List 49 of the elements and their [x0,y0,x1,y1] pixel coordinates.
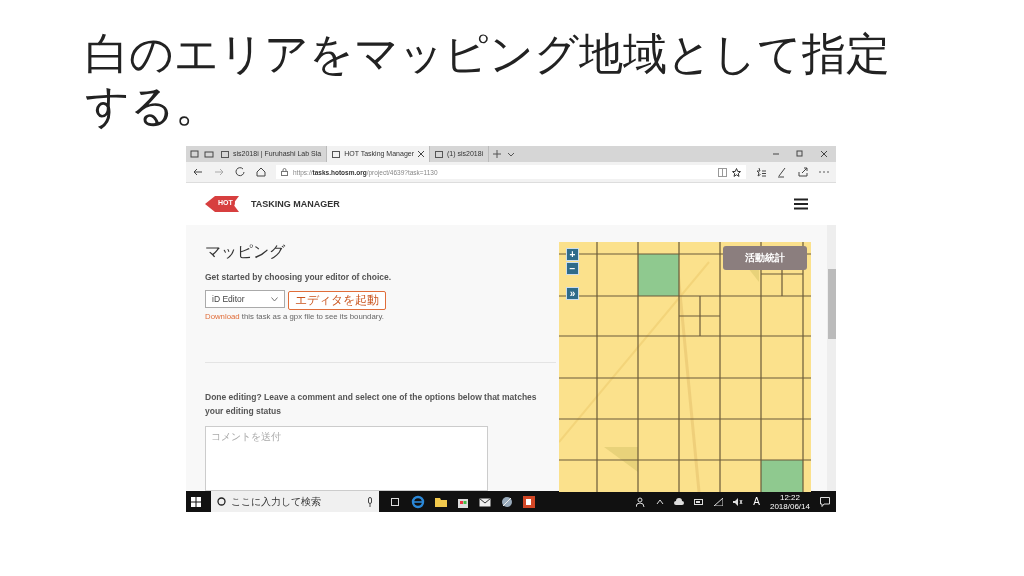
favorites-icon[interactable] [755,166,767,178]
zoom-in-button[interactable]: + [566,248,579,261]
site-title: TASKING MANAGER [251,199,340,209]
zoom-out-button[interactable]: − [566,262,579,275]
editor-select[interactable]: iD Editor [205,290,285,308]
edge-browser-icon[interactable] [411,494,425,509]
people-icon[interactable] [636,496,647,507]
clock-date: 2018/06/14 [769,501,810,511]
network-icon[interactable] [714,497,724,506]
expand-button[interactable]: » [566,287,579,300]
speaker-icon[interactable] [733,497,744,506]
pen-icon[interactable] [776,166,788,178]
mail-icon[interactable] [479,496,491,507]
input-mode-indicator[interactable]: A [753,496,760,507]
clock-time: 12:22 [779,492,800,502]
app-icon[interactable] [501,495,513,508]
battery-icon[interactable] [694,498,705,505]
slide-title: 白のエリアをマッピング地域として指定する。 [85,28,891,132]
page-icon [435,150,443,158]
back-icon[interactable] [192,166,204,178]
close-icon[interactable] [418,151,424,157]
taskbar-search-field[interactable]: ここに入力して検索 [211,491,379,512]
share-icon[interactable] [797,166,809,178]
start-editor-button[interactable]: エディタを起動 [288,291,386,310]
microphone-icon [367,496,373,507]
chevron-up-icon[interactable] [656,498,665,505]
folder-icon[interactable] [435,496,447,507]
comment-field[interactable]: コメントを送付 [205,425,488,491]
lock-icon [281,168,288,176]
refresh-icon[interactable] [234,166,246,178]
home-icon[interactable] [255,166,267,178]
clock[interactable]: 12:22 2018/06/14 [769,492,810,511]
activity-stats-button[interactable]: 活動統計 [723,246,807,270]
reading-view-icon[interactable] [718,167,727,177]
cloud-icon[interactable] [674,498,685,505]
done-editing-text: Done editing? Leave a comment and select one of the options below that matches your editing status [205,390,538,418]
search-placeholder: ここに入力して検索 [231,494,322,509]
star-icon[interactable] [732,167,741,177]
page-icon [221,150,229,158]
chevron-down-icon [271,296,278,302]
section-heading: マッピング [205,242,286,263]
slides-app-icon[interactable] [523,495,535,508]
task-view-icon[interactable] [389,496,401,507]
page-icon [332,150,341,158]
notification-icon[interactable] [820,496,830,507]
menu-icon[interactable] [794,198,808,210]
scrollbar[interactable] [827,225,836,491]
windows-start-icon[interactable] [191,496,201,507]
intro-text: Get started by choosing your editor of choice. [205,272,393,282]
